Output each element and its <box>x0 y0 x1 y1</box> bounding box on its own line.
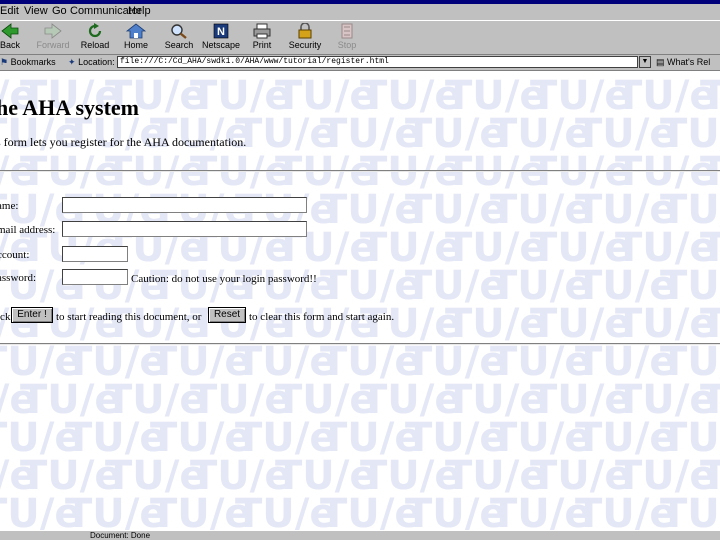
netscape-icon: N <box>213 23 229 39</box>
menu-view[interactable]: View <box>24 5 48 17</box>
page-content: TU/eTU/eTU/eTU/eTU/eTU/eTU/eTU/eTU/eTU/e… <box>0 71 720 530</box>
bookmarks-label: Bookmarks <box>10 57 56 67</box>
reload-icon <box>88 23 102 38</box>
home-label: Home <box>123 40 148 50</box>
back-arrow-icon <box>1 23 19 39</box>
email-label: mail address: <box>0 224 56 236</box>
status-text: Document: Done <box>90 531 151 540</box>
forward-button[interactable]: Forward <box>31 23 75 53</box>
watermark-text: TU/e <box>660 491 720 530</box>
back-label: Back <box>0 40 20 50</box>
menu-edit[interactable]: Edit <box>0 5 19 17</box>
print-icon <box>253 23 271 39</box>
home-icon <box>125 23 147 39</box>
print-button[interactable]: Print <box>240 23 284 53</box>
enter-button[interactable]: Enter ! <box>11 307 53 323</box>
whats-related-button[interactable]: ▤ What's Rel <box>656 57 710 68</box>
page-title: he AHA system <box>0 95 139 120</box>
forward-label: Forward <box>36 40 70 50</box>
url-history-dropdown[interactable]: ▼ <box>639 56 651 68</box>
name-label: ame: <box>0 200 19 212</box>
menu-help[interactable]: Help <box>128 5 151 17</box>
search-button[interactable]: Search <box>157 23 201 53</box>
home-button[interactable]: Home <box>114 23 158 53</box>
stop-label: Stop <box>337 40 357 50</box>
password-field[interactable] <box>62 269 128 285</box>
bookmarks-button[interactable]: ⚑ Bookmarks <box>0 57 56 68</box>
netscape-button[interactable]: N Netscape <box>199 23 243 53</box>
netscape-label: Netscape <box>201 40 241 50</box>
email-field[interactable] <box>62 221 307 237</box>
bookmark-icon: ⚑ <box>0 57 9 67</box>
navigation-toolbar: Back Forward Reload Home Search N Netsca… <box>0 20 720 55</box>
whats-related-label: What's Rel <box>667 57 711 67</box>
bottom-divider <box>0 343 720 345</box>
action-suffix: to clear this form and start again. <box>249 311 395 323</box>
svg-text:N: N <box>217 26 225 38</box>
url-input[interactable]: file:///C:/Cd_AHA/swdk1.0/AHA/www/tutori… <box>117 56 638 68</box>
name-field[interactable] <box>62 197 307 213</box>
print-label: Print <box>252 40 272 50</box>
top-divider <box>0 170 720 172</box>
security-button[interactable]: Security <box>283 23 327 53</box>
security-lock-icon <box>298 23 312 39</box>
stop-icon <box>341 23 353 39</box>
action-prefix: ick <box>0 311 11 323</box>
pin-icon: ✦ <box>68 57 76 67</box>
reload-button[interactable]: Reload <box>73 23 117 53</box>
account-field[interactable] <box>62 246 128 262</box>
location-bar: ⚑ Bookmarks ✦ Location: file:///C:/Cd_AH… <box>0 55 720 71</box>
reload-label: Reload <box>80 40 110 50</box>
password-caution: Caution: do not use your login password!… <box>131 273 317 285</box>
password-label: assword: <box>0 272 37 284</box>
chevron-down-icon: ▼ <box>641 58 649 65</box>
forward-arrow-icon <box>44 23 62 39</box>
back-button[interactable]: Back <box>0 23 32 53</box>
document-icon: ▤ <box>656 57 665 67</box>
menu-go[interactable]: Go <box>52 5 67 17</box>
menu-bar: Edit View Go Communicator Help <box>0 4 720 20</box>
account-label: ccount: <box>0 249 30 261</box>
intro-text: s form lets you register for the AHA doc… <box>0 135 247 149</box>
search-label: Search <box>164 40 194 50</box>
security-label: Security <box>288 40 322 50</box>
search-icon <box>171 24 187 39</box>
action-middle: to start reading this document, or <box>56 311 202 323</box>
status-bar: Document: Done <box>0 530 720 540</box>
stop-button[interactable]: Stop <box>325 23 369 53</box>
location-label-text: Location: <box>78 57 115 67</box>
reset-button[interactable]: Reset <box>208 307 246 323</box>
location-label: ✦ Location: <box>68 57 115 68</box>
